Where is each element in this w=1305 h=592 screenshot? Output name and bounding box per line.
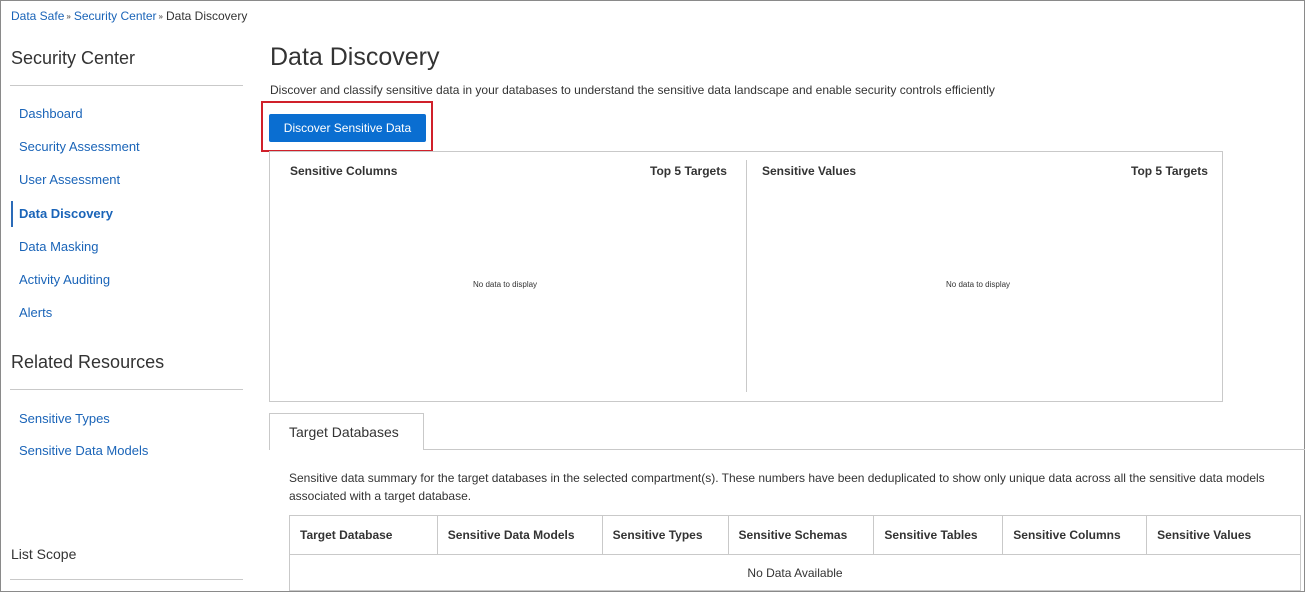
tab-target-databases[interactable]: Target Databases (269, 413, 424, 450)
sidebar-item-sensitive-data-models[interactable]: Sensitive Data Models (11, 438, 243, 464)
table-row: No Data Available (289, 554, 1301, 591)
breadcrumb: Data Safe» Security Center» Data Discovery (11, 9, 247, 23)
sidebar-item-security-assessment[interactable]: Security Assessment (11, 134, 243, 160)
breadcrumb-data-safe[interactable]: Data Safe (11, 9, 64, 23)
sidebar-item-sensitive-types[interactable]: Sensitive Types (11, 406, 243, 432)
column-header-sensitive-data-models[interactable]: Sensitive Data Models (436, 515, 603, 555)
related-resources-heading: Related Resources (11, 352, 165, 372)
chart-divider (746, 160, 747, 392)
column-header-sensitive-tables[interactable]: Sensitive Tables (873, 515, 1004, 555)
table-empty-message: No Data Available (289, 554, 1301, 591)
sidebar-item-data-masking[interactable]: Data Masking (11, 234, 243, 260)
sidebar-item-alerts[interactable]: Alerts (11, 300, 243, 326)
column-header-target-database[interactable]: Target Database (289, 515, 438, 555)
column-header-sensitive-schemas[interactable]: Sensitive Schemas (727, 515, 875, 555)
breadcrumb-separator-icon: » (158, 12, 163, 21)
breadcrumb-security-center[interactable]: Security Center (74, 9, 157, 23)
breadcrumb-separator-icon: » (66, 12, 71, 21)
page-description: Discover and classify sensitive data in … (270, 83, 995, 97)
charts-panel: Sensitive Columns Top 5 Targets No data … (269, 151, 1223, 402)
breadcrumb-current: Data Discovery (165, 9, 248, 23)
column-header-sensitive-types[interactable]: Sensitive Types (601, 515, 729, 555)
discover-sensitive-data-button[interactable]: Discover Sensitive Data (269, 114, 426, 142)
column-header-sensitive-columns[interactable]: Sensitive Columns (1002, 515, 1148, 555)
table-header-row: Target Database Sensitive Data Models Se… (289, 515, 1301, 555)
sensitive-columns-empty-message: No data to display (473, 280, 538, 289)
sidebar-divider (10, 389, 243, 390)
target-databases-description: Sensitive data summary for the target da… (289, 471, 1265, 503)
sensitive-values-chart-subtitle: Top 5 Targets (1131, 164, 1208, 178)
sidebar-item-user-assessment[interactable]: User Assessment (11, 167, 243, 193)
sidebar-item-data-discovery[interactable]: Data Discovery (11, 201, 243, 227)
target-databases-table: Target Database Sensitive Data Models Se… (289, 515, 1301, 591)
sensitive-columns-chart-subtitle: Top 5 Targets (650, 164, 727, 178)
column-header-sensitive-values[interactable]: Sensitive Values (1146, 515, 1301, 555)
sensitive-columns-chart-title: Sensitive Columns (290, 164, 398, 178)
sidebar-divider (10, 85, 243, 86)
list-scope-heading: List Scope (11, 546, 77, 562)
page-title: Data Discovery (270, 43, 440, 71)
sidebar-heading: Security Center (11, 48, 136, 68)
tab-bar-divider (269, 449, 1305, 450)
sensitive-values-chart-title: Sensitive Values (762, 164, 857, 178)
sidebar-divider (10, 579, 243, 580)
sidebar-item-activity-auditing[interactable]: Activity Auditing (11, 267, 243, 293)
sensitive-values-empty-message: No data to display (946, 280, 1011, 289)
sidebar-item-dashboard[interactable]: Dashboard (11, 101, 243, 127)
sidebar: Security Center Dashboard Security Asses… (0, 30, 260, 592)
